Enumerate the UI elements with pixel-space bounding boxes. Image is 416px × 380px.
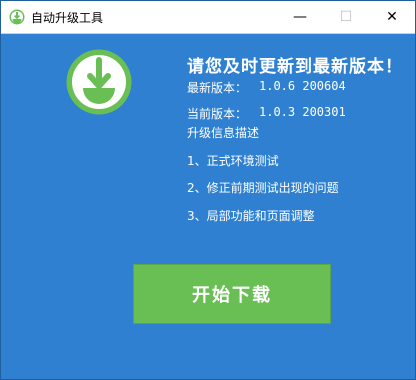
start-download-button[interactable]: 开始下载 [133, 264, 331, 324]
update-headline: 请您及时更新到最新版本！ [187, 57, 403, 77]
app-window: 自动升级工具 — ☐ ✕ 请您及时更新到最新版本！ 最新版本： 1.0.6 20… [0, 0, 416, 380]
window-title: 自动升级工具 [31, 10, 104, 25]
latest-version-label: 最新版本： [187, 81, 248, 95]
window-controls: — ☐ ✕ [277, 1, 415, 33]
update-note-1: 1、正式环境测试 [187, 154, 279, 168]
update-notes-title: 升级信息描述 [187, 126, 260, 140]
minimize-button[interactable]: — [277, 1, 323, 33]
current-version-label: 当前版本： [187, 107, 248, 121]
latest-version-value: 1.0.6 200604 [259, 79, 346, 93]
update-note-3: 3、局部功能和页面调整 [187, 209, 315, 223]
dialog-content: 请您及时更新到最新版本！ 最新版本： 1.0.6 200604 当前版本： 1.… [1, 34, 415, 379]
download-icon [66, 49, 132, 115]
app-download-icon [9, 9, 25, 25]
current-version-value: 1.0.3 200301 [259, 105, 346, 119]
title-bar: 自动升级工具 — ☐ ✕ [1, 1, 415, 34]
close-button[interactable]: ✕ [369, 1, 415, 33]
update-note-2: 2、修正前期测试出现的问题 [187, 181, 339, 195]
maximize-button[interactable]: ☐ [323, 1, 369, 33]
